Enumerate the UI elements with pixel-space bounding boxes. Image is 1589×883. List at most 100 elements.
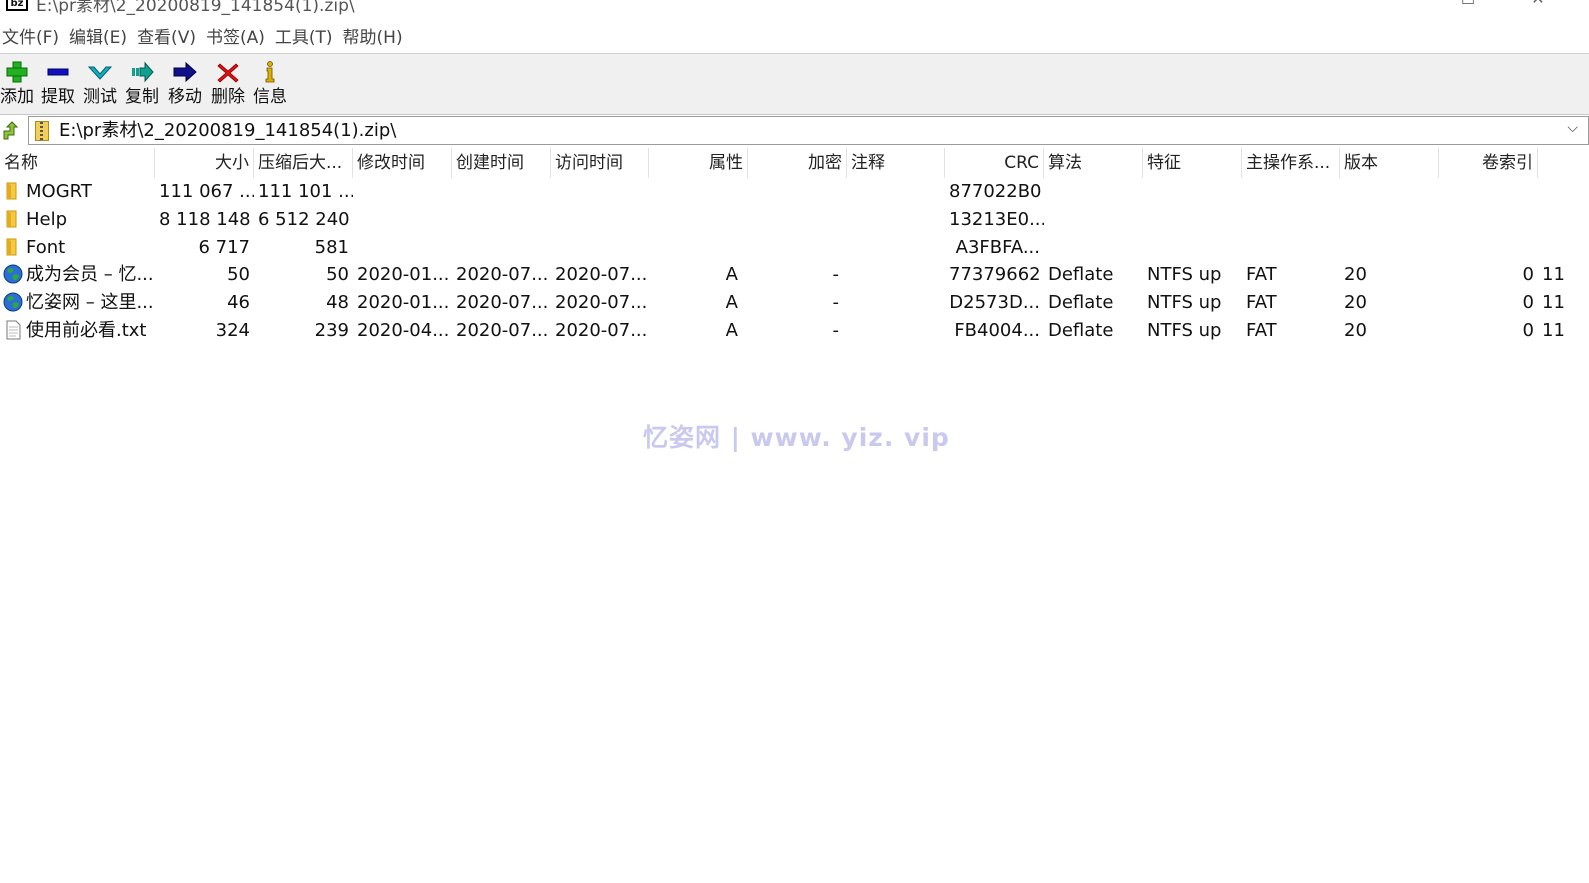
col-method[interactable]: 算法 — [1044, 148, 1143, 178]
cell-encrypted: - — [832, 264, 840, 286]
menu-edit[interactable]: 编辑(E) — [67, 24, 135, 52]
cell-modified: 2020-01... — [357, 264, 450, 286]
cell-created: 2020-07... — [456, 264, 549, 286]
column-header-row: 名称 大小 压缩后大... 修改时间 创建时间 访问时间 属性 加密 注释 CR… — [0, 148, 1589, 178]
col-attributes[interactable]: 属性 — [649, 148, 748, 178]
info-button[interactable]: 信息 — [249, 56, 291, 110]
test-label: 测试 — [83, 87, 117, 107]
cell-accessed: 2020-07... — [555, 264, 648, 286]
cell-version: 20 — [1344, 319, 1367, 341]
menu-help[interactable]: 帮助(H) — [341, 24, 411, 52]
cell-comment — [847, 234, 945, 262]
extract-button[interactable]: 提取 — [37, 56, 79, 110]
menu-bookmarks[interactable]: 书签(A) — [204, 24, 273, 52]
col-characteristics[interactable]: 特征 — [1143, 148, 1242, 178]
cell-size: 111 067 ... — [159, 181, 254, 202]
x-icon — [217, 63, 239, 83]
move-button[interactable]: 移动 — [164, 56, 206, 110]
up-folder-icon[interactable] — [2, 121, 22, 141]
copy-button[interactable]: 复制 — [121, 56, 163, 110]
close-button[interactable]: ✕ — [1526, 0, 1550, 8]
col-modified[interactable]: 修改时间 — [353, 148, 452, 178]
table-row[interactable]: MOGRT 111 067 ... 111 101 ... 877022B0 — [0, 178, 1589, 206]
info-icon — [265, 61, 275, 83]
add-button[interactable]: 添加 — [0, 56, 38, 110]
cell-packed-size: 50 — [326, 264, 349, 286]
cell-comment — [847, 178, 945, 206]
cell-created: 2020-07... — [456, 319, 549, 341]
zip-archive-icon — [35, 121, 49, 141]
col-accessed[interactable]: 访问时间 — [551, 148, 649, 178]
cell-characteristics — [1143, 206, 1242, 234]
minimize-button[interactable]: — — [1388, 0, 1412, 8]
cell-host-os: FAT — [1246, 319, 1277, 341]
cell-modified — [353, 234, 452, 262]
col-size[interactable]: 大小 — [155, 148, 254, 178]
cell-volume-index: 0 — [1522, 264, 1534, 286]
table-row[interactable]: 成为会员 – 忆... 50 50 2020-01... 2020-07... 2020-… — [0, 261, 1589, 289]
table-row[interactable]: 使用前必看.txt 324 239 2020-04... 2020-07... 2020-… — [0, 317, 1589, 345]
cell-created: 2020-07... — [456, 292, 549, 314]
address-field[interactable]: E:\pr素材\2_20200819_141854(1).zip\ ⌵ — [28, 116, 1589, 145]
maximize-button[interactable]: ☐ — [1456, 0, 1480, 8]
chevron-down-icon[interactable]: ⌵ — [1567, 120, 1578, 136]
cell-accessed — [551, 178, 649, 206]
cell-modified: 2020-04... — [357, 319, 450, 341]
extract-label: 提取 — [41, 87, 75, 107]
cell-characteristics: NTFS up — [1147, 292, 1222, 314]
col-comment[interactable]: 注释 — [847, 148, 945, 178]
cell-crc: 77379662 — [949, 264, 1041, 286]
col-volume-index[interactable]: 卷索引 — [1439, 148, 1538, 178]
cell-characteristics — [1143, 234, 1242, 262]
delete-button[interactable]: 删除 — [207, 56, 249, 110]
cell-characteristics — [1143, 178, 1242, 206]
cell-created — [452, 206, 551, 234]
cell-packed-size: 111 101 ... — [258, 181, 353, 202]
cell-modified: 2020-01... — [357, 292, 450, 314]
cell-name: 成为会员 – 忆... — [26, 264, 154, 286]
file-rows: MOGRT 111 067 ... 111 101 ... 877022B0 Help 8… — [0, 178, 1589, 345]
cell-host-os: FAT — [1246, 292, 1277, 314]
cell-volume-index: 0 — [1522, 292, 1534, 314]
cell-method: Deflate — [1048, 264, 1114, 286]
col-created[interactable]: 创建时间 — [452, 148, 551, 178]
menu-view[interactable]: 查看(V) — [135, 24, 204, 52]
col-name[interactable]: 名称 — [0, 148, 155, 178]
check-chevron-icon — [87, 66, 113, 80]
cell-encrypted: - — [832, 292, 840, 314]
cell-method — [1044, 234, 1143, 262]
table-row[interactable]: Help 8 118 148 6 512 240 13213E0... — [0, 206, 1589, 234]
move-arrow-icon — [173, 61, 197, 83]
col-version[interactable]: 版本 — [1340, 148, 1439, 178]
menu-tools[interactable]: 工具(T) — [273, 24, 341, 52]
cell-method — [1044, 206, 1143, 234]
cell-volume-index: 0 — [1522, 319, 1534, 341]
cell-size: 8 118 148 — [159, 208, 251, 230]
col-crc[interactable]: CRC — [945, 148, 1044, 178]
col-encrypted[interactable]: 加密 — [748, 148, 847, 178]
cell-comment — [847, 261, 945, 289]
menu-file[interactable]: 文件(F) — [0, 24, 67, 52]
cell-attributes — [649, 206, 748, 234]
cell-host-os: FAT — [1246, 264, 1277, 286]
cell-packed-size: 239 — [314, 319, 349, 341]
cell-modified — [353, 206, 452, 234]
cell-next-column — [1538, 206, 1589, 234]
cell-next-column: 11 — [1542, 319, 1565, 341]
address-bar: E:\pr素材\2_20200819_141854(1).zip\ ⌵ — [0, 115, 1589, 147]
cell-next-column: 11 — [1542, 292, 1565, 314]
plus-icon — [6, 61, 28, 83]
cell-name: 忆姿网 – 这里... — [26, 292, 154, 314]
cell-version — [1340, 206, 1439, 234]
cell-encrypted: - — [832, 319, 840, 341]
col-packed-size[interactable]: 压缩后大... — [254, 148, 353, 178]
cell-name: 使用前必看.txt — [26, 319, 147, 341]
cell-version — [1340, 178, 1439, 206]
table-row[interactable]: 忆姿网 – 这里... 46 48 2020-01... 2020-07... 2020-… — [0, 289, 1589, 317]
test-button[interactable]: 测试 — [79, 56, 121, 110]
cell-next-column — [1538, 234, 1589, 262]
col-host-os[interactable]: 主操作系... — [1242, 148, 1340, 178]
cell-method: Deflate — [1048, 292, 1114, 314]
table-row[interactable]: Font 6 717 581 A3FBFA... — [0, 234, 1589, 262]
cell-host-os — [1242, 234, 1340, 262]
